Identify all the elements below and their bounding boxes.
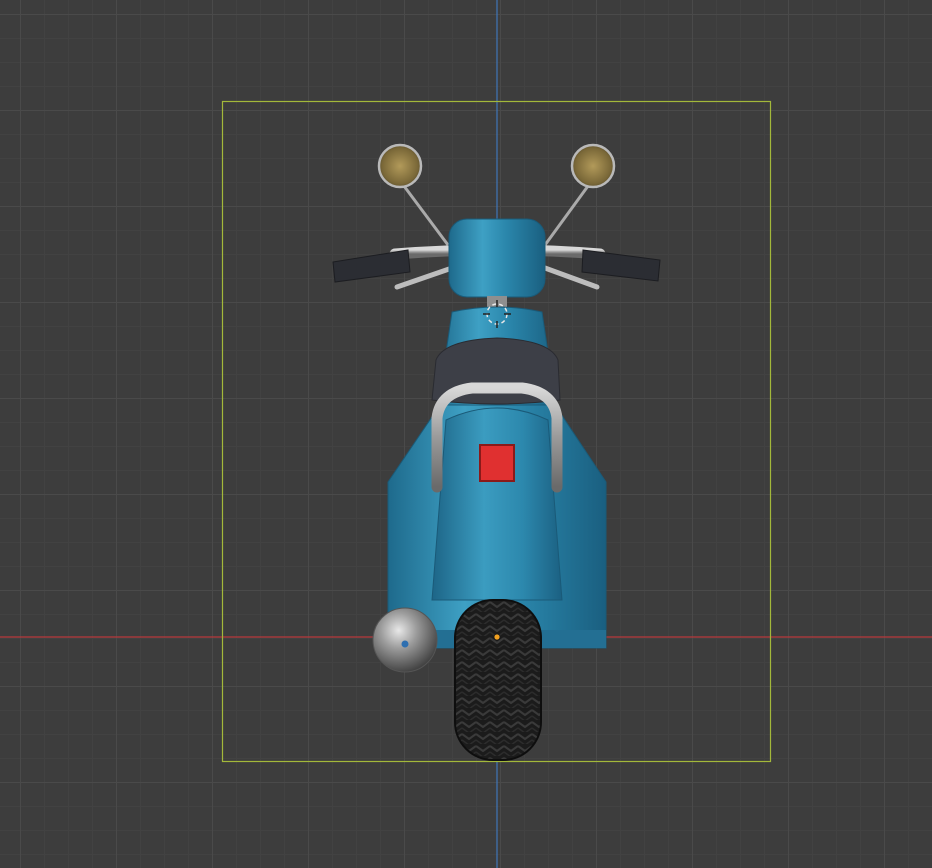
right-mirror-stem <box>543 185 590 246</box>
left-mirror-stem <box>402 185 450 246</box>
rear-fender <box>431 407 563 601</box>
rear-tire <box>454 599 542 761</box>
tail-light <box>479 444 515 482</box>
left-grip <box>332 249 411 283</box>
headset-cover <box>448 218 546 298</box>
origin-dot-icon[interactable] <box>493 633 501 641</box>
scooter-model[interactable] <box>332 143 661 761</box>
right-mirror <box>570 143 616 189</box>
left-mirror <box>377 143 423 189</box>
right-grip <box>581 249 661 282</box>
exhaust-ball-center <box>401 640 409 648</box>
exhaust-ball <box>372 607 438 673</box>
3d-viewport[interactable] <box>0 0 932 868</box>
viewport-canvas[interactable] <box>0 0 932 868</box>
